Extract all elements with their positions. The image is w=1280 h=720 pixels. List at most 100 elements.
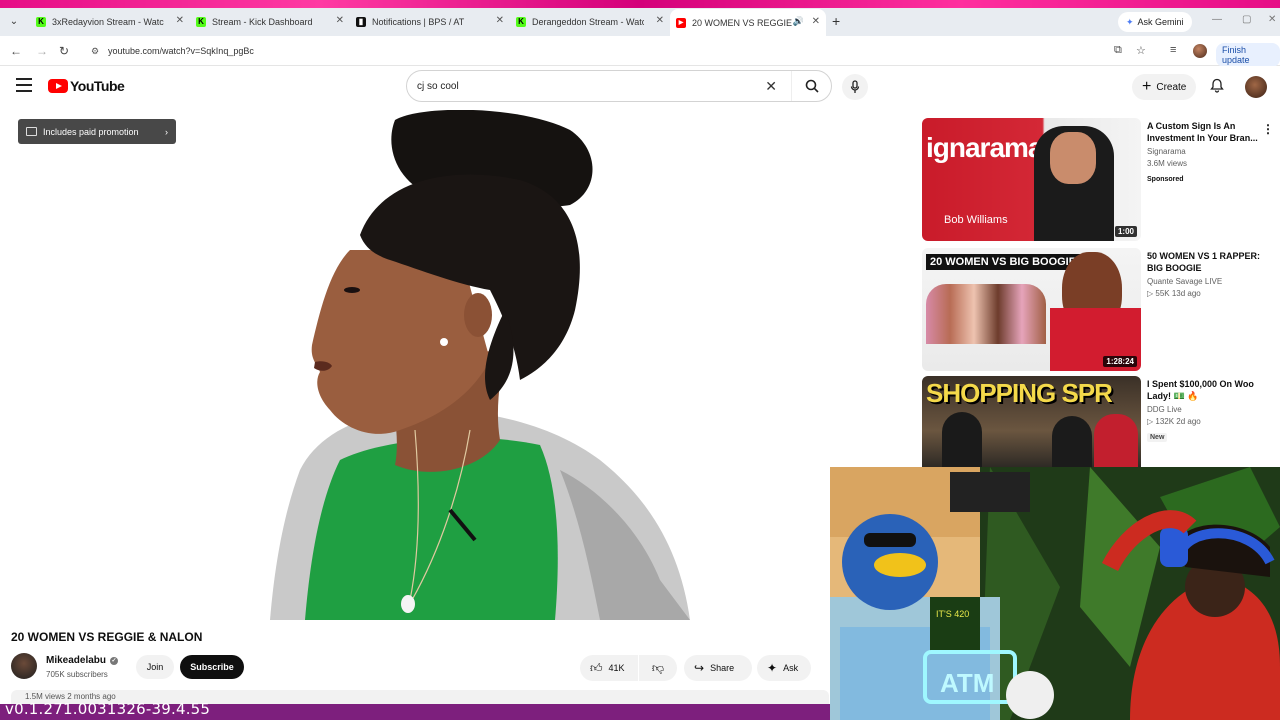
install-app-icon[interactable]: ⧉ <box>1114 44 1122 57</box>
close-icon[interactable]: ✕ <box>176 15 184 26</box>
channel-name-link[interactable]: Mikeadelabu ✓ <box>46 655 119 666</box>
url-field[interactable]: ⚙ youtube.com/watch?v=SqkInq_pgBc <box>82 40 1132 62</box>
browser-profile-avatar[interactable] <box>1193 44 1207 58</box>
youtube-logo[interactable]: YouTube <box>48 78 125 94</box>
video-player[interactable]: Includes paid promotion › <box>0 110 830 620</box>
reload-icon[interactable]: ↻ <box>59 44 69 58</box>
url-text: youtube.com/watch?v=SqkInq_pgBc <box>108 46 254 56</box>
search-bar[interactable]: cj so cool ✕ <box>406 70 832 102</box>
notifications-bell-icon[interactable] <box>1210 78 1224 96</box>
finish-update-button[interactable]: Finish update <box>1216 43 1280 67</box>
close-icon[interactable]: ✕ <box>336 15 344 26</box>
dislike-button[interactable]: 👎︎ <box>639 655 677 681</box>
recommendation-thumbnail[interactable]: 20 WOMEN VS BIG BOOGIE 1:28:24 <box>922 248 1141 371</box>
sponsored-badge: Sponsored <box>1147 176 1184 183</box>
like-button[interactable]: 👍︎ 41K <box>580 655 638 681</box>
thumbnail-face <box>1050 132 1096 184</box>
recommendation-meta: ▷ 55K 13d ago <box>1147 289 1201 298</box>
address-bar-row: ← → ↻ ⚙ youtube.com/watch?v=SqkInq_pgBc … <box>0 36 1280 67</box>
close-icon[interactable]: ✕ <box>812 16 820 27</box>
forward-icon[interactable]: → <box>36 44 48 58</box>
kick-icon: K <box>196 17 206 27</box>
recommendation-channel[interactable]: Signarama <box>1147 147 1262 156</box>
bookmark-star-icon[interactable]: ☆ <box>1136 44 1146 57</box>
search-input[interactable]: cj so cool <box>417 81 765 92</box>
recommendation-title[interactable]: I Spent $100,000 On Woo Lady! 💵 🔥 <box>1147 378 1262 402</box>
browser-tab-2[interactable]: K Stream - Kick Dashboard ✕ <box>190 11 350 33</box>
youtube-logo-text: YouTube <box>70 78 125 94</box>
recommendation-title[interactable]: 50 WOMEN VS 1 RAPPER: BIG BOOGIE <box>1147 250 1262 274</box>
thumbnail-caption: Bob Williams <box>944 214 1008 226</box>
close-icon[interactable]: ✕ <box>496 15 504 26</box>
ask-label: Ask <box>783 663 799 673</box>
atm-sign-text: ATM <box>940 668 994 698</box>
channel-avatar[interactable] <box>11 653 37 679</box>
search-button[interactable] <box>791 71 831 101</box>
ask-gemini-button[interactable]: ✦ Ask Gemini <box>1118 12 1192 32</box>
youtube-play-icon <box>48 79 68 93</box>
youtube-icon: ▶ <box>676 17 686 28</box>
recommendation-item[interactable]: SHOPPING SPR I Spent $100,000 On Woo Lad… <box>922 376 1272 476</box>
speaker-icon[interactable]: 🔊 <box>793 16 804 27</box>
duration-badge: 1:00 <box>1114 226 1137 237</box>
clear-search-icon[interactable]: ✕ <box>765 78 777 95</box>
close-icon[interactable]: ✕ <box>656 15 664 26</box>
video-frame-image <box>270 110 690 620</box>
tab-search-icon[interactable]: ⌄ <box>5 13 23 31</box>
site-info-icon[interactable]: ⚙ <box>86 46 104 57</box>
recommendation-channel[interactable]: Quante Savage LIVE <box>1147 277 1262 286</box>
youtube-header: YouTube cj so cool ✕ + Create <box>0 66 1280 110</box>
account-avatar[interactable] <box>1245 76 1267 98</box>
like-count: 41K <box>608 663 625 673</box>
paid-promotion-label: Includes paid promotion <box>43 126 139 137</box>
more-options-icon[interactable]: ⋮ <box>1262 122 1274 136</box>
share-button[interactable]: ↪ Share <box>684 655 752 681</box>
kick-icon: K <box>36 17 46 27</box>
duration-badge: 1:28:24 <box>1103 356 1137 367</box>
new-tab-button[interactable]: + <box>832 13 840 29</box>
thumbnail-text: 20 WOMEN VS BIG BOOGIE <box>926 254 1081 270</box>
sparkle-icon: ✦ <box>767 661 778 675</box>
recommendation-item[interactable]: 20 WOMEN VS BIG BOOGIE 1:28:24 50 WOMEN … <box>922 248 1272 372</box>
menu-icon[interactable] <box>16 78 32 92</box>
thumbs-down-icon: 👎︎ <box>651 660 665 675</box>
recommendation-item[interactable]: ignarama Bob Williams 1:00 A Custom Sign… <box>922 118 1272 242</box>
recommendation-title[interactable]: A Custom Sign Is An Investment In Your B… <box>1147 120 1262 144</box>
voice-search-button[interactable] <box>842 74 868 100</box>
tab-title: 3xRedayvion Stream - Watch Li <box>52 17 164 27</box>
thumbnail-text: SHOPPING SPR <box>926 378 1113 408</box>
join-button[interactable]: Join <box>136 655 174 679</box>
webcam-feed-image: IT'S 420 ATM <box>830 467 1280 720</box>
subscriber-count: 705K subscribers <box>46 670 108 679</box>
maximize-icon[interactable]: ▢ <box>1242 14 1251 25</box>
version-overlay-text: v0.1.271.0031326-39.4.55 <box>5 700 211 718</box>
back-icon[interactable]: ← <box>10 44 22 58</box>
subscribe-button[interactable]: Subscribe <box>180 655 244 679</box>
gemini-icon: ✦ <box>1126 16 1134 27</box>
browser-tab-1[interactable]: K 3xRedayvion Stream - Watch Li ✕ <box>30 11 190 33</box>
share-label: Share <box>710 663 735 673</box>
recommendation-thumbnail[interactable]: ignarama Bob Williams 1:00 <box>922 118 1141 241</box>
browser-tab-4[interactable]: K Derangeddon Stream - Watch L ✕ <box>510 11 670 33</box>
media-queue-icon[interactable]: ≡ <box>1170 44 1176 56</box>
tab-title: 20 WOMEN VS REGGIE & N <box>692 17 792 28</box>
recommendation-thumbnail[interactable]: SHOPPING SPR <box>922 376 1141 467</box>
tab-title: Stream - Kick Dashboard <box>212 17 313 27</box>
webcam-overlay: IT'S 420 ATM <box>830 467 1280 720</box>
browser-tab-3[interactable]: ▮ Notifications | BPS / AT ✕ <box>350 11 510 33</box>
create-button[interactable]: + Create <box>1132 74 1197 100</box>
new-badge: New <box>1147 433 1168 442</box>
thumbnail-person <box>1094 414 1138 467</box>
thumbnail-text: ignarama <box>926 132 1043 163</box>
browser-tab-5-active[interactable]: ▶ 20 WOMEN VS REGGIE & N 🔊 ✕ <box>670 9 826 36</box>
video-title: 20 WOMEN VS REGGIE & NALON <box>11 630 203 644</box>
recommendation-channel[interactable]: DDG Live <box>1147 405 1262 414</box>
ask-button[interactable]: ✦ Ask <box>757 655 811 681</box>
minimize-icon[interactable]: — <box>1212 14 1222 25</box>
window-close-icon[interactable]: ✕ <box>1268 14 1276 25</box>
paid-promotion-badge[interactable]: Includes paid promotion › <box>18 119 176 144</box>
recommendation-meta: 3.6M views <box>1147 159 1188 168</box>
search-icon <box>805 79 819 93</box>
paid-promotion-icon <box>26 127 37 136</box>
share-icon: ↪ <box>694 661 705 675</box>
